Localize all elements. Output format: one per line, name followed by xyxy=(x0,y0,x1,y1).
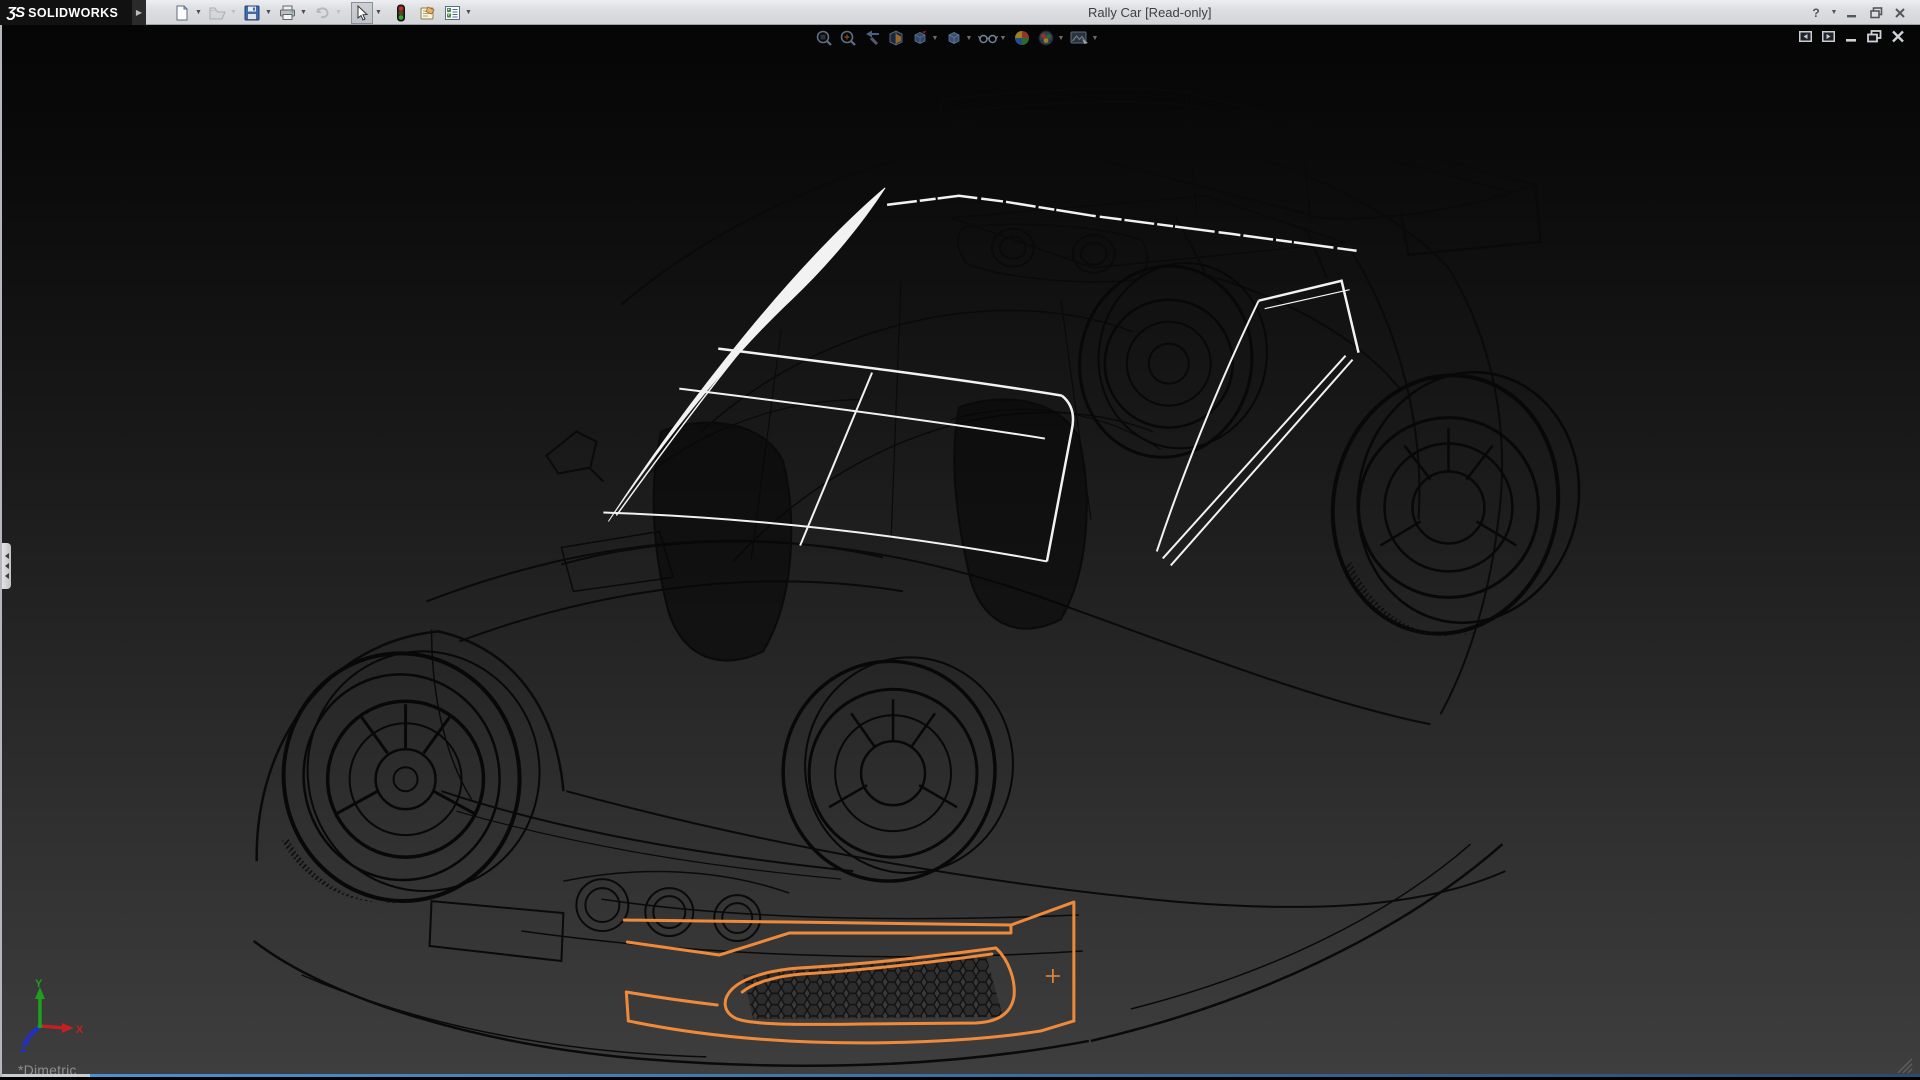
wheel-rear-left xyxy=(1065,250,1282,471)
open-folder-icon xyxy=(209,5,226,21)
undo-icon xyxy=(313,5,331,21)
print-dropdown[interactable]: ▼ xyxy=(298,2,309,24)
save-button[interactable] xyxy=(241,2,263,24)
sketch-crosshair-cursor xyxy=(1046,969,1060,983)
triad-x-label: X xyxy=(76,1024,84,1036)
minimize-icon xyxy=(1846,7,1858,19)
window-bottom-border xyxy=(2,1074,1920,1077)
undo-dropdown[interactable]: ▼ xyxy=(333,2,344,24)
new-dropdown[interactable]: ▼ xyxy=(193,2,204,24)
close-icon xyxy=(1894,7,1906,19)
triad-y-label: Y xyxy=(35,978,43,990)
traffic-light-icon xyxy=(396,4,406,22)
options-checklist-icon xyxy=(444,5,461,21)
print-icon xyxy=(279,5,296,21)
main-toolbar: ▼ ▼ ▼ ▼ ▼ xyxy=(170,0,475,25)
new-document-button[interactable] xyxy=(171,2,193,24)
file-properties-button[interactable] xyxy=(417,2,439,24)
titlebar-system-buttons: ? ▼ xyxy=(1804,0,1912,25)
intake-mesh xyxy=(743,955,1003,1019)
window-title: Rally Car [Read-only] xyxy=(1088,0,1212,25)
new-document-icon xyxy=(174,5,190,21)
select-cursor-icon xyxy=(355,5,369,21)
resize-grip[interactable] xyxy=(1898,1059,1912,1073)
orientation-triad: Y X Z xyxy=(19,978,84,1055)
menu-flyout-arrow[interactable]: ▶ xyxy=(132,0,146,25)
save-icon xyxy=(244,5,260,21)
print-button[interactable] xyxy=(276,2,298,24)
graphics-viewport[interactable]: ▼ ▼ ▼ ▼ ▼ xyxy=(0,25,1920,1077)
triad-z-label: Z xyxy=(19,1041,28,1055)
options-dropdown[interactable]: ▼ xyxy=(463,2,474,24)
close-button[interactable] xyxy=(1888,2,1912,24)
help-dropdown[interactable]: ▼ xyxy=(1828,9,1840,16)
rally-car-wireframe-model[interactable]: Y X Z xyxy=(2,25,1920,1076)
undo-button[interactable] xyxy=(311,2,333,24)
help-button[interactable]: ? xyxy=(1804,2,1828,24)
xpress-products-button[interactable] xyxy=(390,2,412,24)
wheel-rear-right xyxy=(1309,352,1602,655)
select-tool-button[interactable] xyxy=(351,2,373,24)
wheel-front-right xyxy=(772,647,1023,891)
options-button[interactable] xyxy=(441,2,463,24)
seat-shapes xyxy=(654,399,1087,660)
solidworks-logo: ƷS SOLIDWORKS xyxy=(0,0,132,25)
open-button[interactable] xyxy=(206,2,228,24)
select-dropdown[interactable]: ▼ xyxy=(373,2,384,24)
open-dropdown[interactable]: ▼ xyxy=(228,2,239,24)
restore-button[interactable] xyxy=(1864,2,1888,24)
minimize-button[interactable] xyxy=(1840,2,1864,24)
file-properties-icon xyxy=(419,5,437,21)
wheel-front-left xyxy=(268,636,555,916)
brand-text: SOLIDWORKS xyxy=(28,6,118,20)
brand-glyph: ƷS xyxy=(7,4,24,21)
save-dropdown[interactable]: ▼ xyxy=(263,2,274,24)
titlebar: ƷS SOLIDWORKS ▶ ▼ ▼ ▼ xyxy=(0,0,1920,25)
restore-icon xyxy=(1870,7,1883,19)
